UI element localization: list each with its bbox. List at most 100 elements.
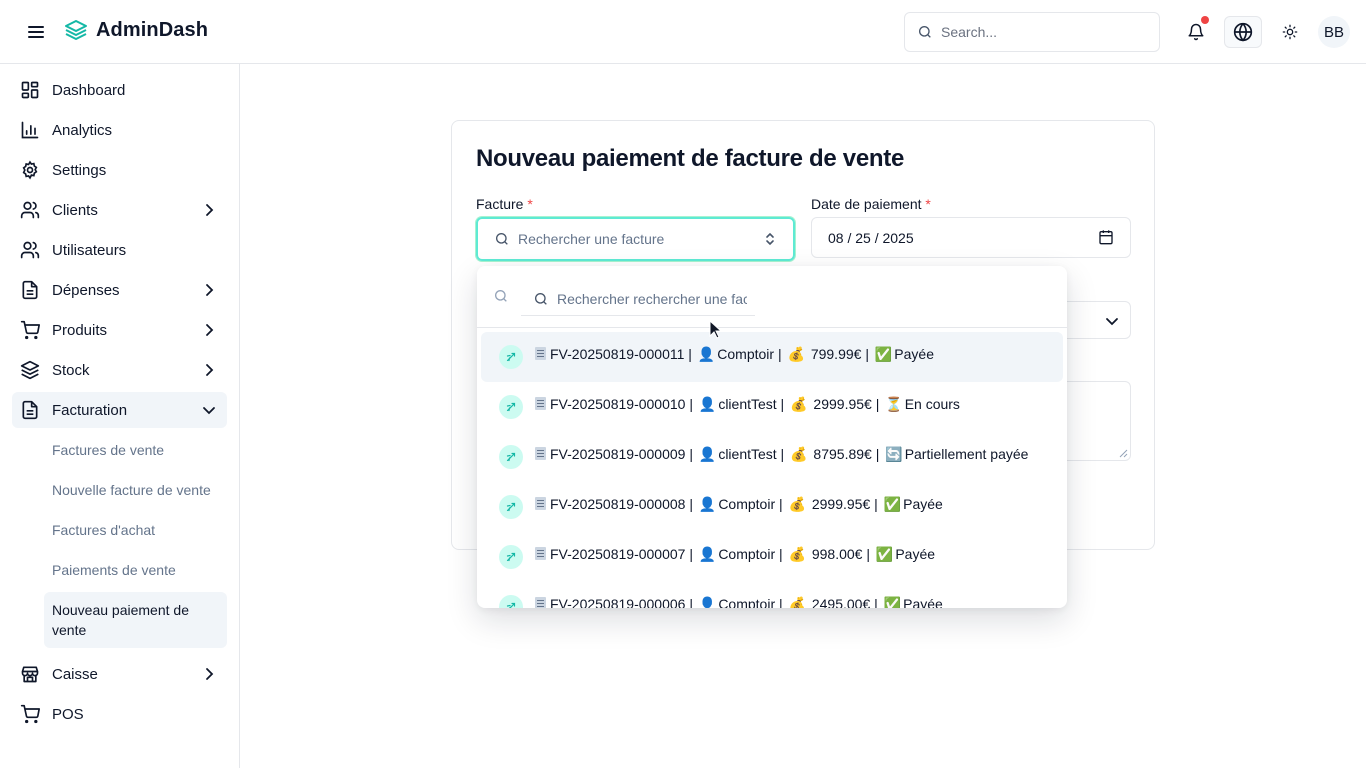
facture-combobox[interactable]: Rechercher une facture (476, 217, 795, 261)
calendar-icon[interactable] (1098, 229, 1114, 245)
mouse-cursor-icon (709, 320, 723, 339)
facture-option-text: FV-20250819-000008 | 👤 Comptoir | 💰 2999.… (535, 496, 943, 513)
sidebar-item-label: Stock (52, 361, 90, 379)
menu-toggle-button[interactable] (24, 20, 48, 44)
sidebar-item-caisse[interactable]: Caisse (12, 656, 227, 692)
sparkle-icon (499, 395, 523, 419)
search-icon (919, 26, 931, 38)
person-icon: 👤 (698, 545, 717, 562)
dropdown-search-field[interactable] (521, 282, 755, 316)
brand-logo[interactable]: AdminDash (64, 18, 208, 42)
chevron-down-icon (203, 407, 215, 415)
chevron-right-icon (206, 364, 214, 376)
chevron-right-icon (206, 204, 214, 216)
facture-option[interactable]: FV-20250819-000006 | 👤 Comptoir | 💰 2495.… (481, 582, 1063, 608)
cart-icon (20, 320, 40, 340)
notification-badge (1201, 16, 1209, 24)
sidebar-subitem-factures-d-achat[interactable]: Factures d'achat (44, 520, 227, 540)
facture-label: Facture * (476, 196, 533, 212)
resize-grip-icon[interactable] (1118, 448, 1128, 458)
sparkle-icon (499, 345, 523, 369)
facture-option-text: FV-20250819-000007 | 👤 Comptoir | 💰 998.0… (535, 546, 935, 563)
globe-icon (1233, 22, 1253, 42)
document-icon (535, 446, 546, 460)
date-label-text: Date de paiement (811, 196, 922, 212)
search-icon (535, 292, 547, 305)
file-text-icon (20, 400, 40, 420)
sidebar-subitem-nouveau-paiement-de-vente[interactable]: Nouveau paiement de vente (44, 592, 227, 648)
cart-icon (20, 704, 40, 724)
layers-icon (20, 360, 40, 380)
chevron-right-icon (206, 324, 214, 336)
sidebar-item-dashboard[interactable]: Dashboard (12, 72, 227, 108)
facture-option-text: FV-20250819-000010 | 👤 clientTest | 💰 299… (535, 396, 960, 413)
facture-option-text: FV-20250819-000006 | 👤 Comptoir | 💰 2495.… (535, 595, 943, 609)
sidebar-item-label: Produits (52, 321, 108, 339)
document-icon (535, 496, 546, 510)
sidebar-item-pos[interactable]: POS (12, 696, 227, 732)
facture-option[interactable]: FV-20250819-000010 | 👤 clientTest | 💰 299… (481, 382, 1063, 432)
sidebar-item-produits[interactable]: Produits (12, 312, 227, 348)
facture-option[interactable]: FV-20250819-000009 | 👤 clientTest | 💰 879… (481, 432, 1063, 482)
document-icon (535, 546, 546, 560)
global-search[interactable] (904, 12, 1160, 52)
sidebar-item-label: Utilisateurs (52, 241, 127, 259)
global-search-input[interactable] (941, 24, 1141, 40)
search-icon (496, 233, 508, 245)
payment-date-value: 08 / 25 / 2025 (828, 229, 914, 246)
dropdown-search-input[interactable] (557, 290, 747, 307)
person-icon: 👤 (698, 395, 717, 412)
money-bag-icon: 💰 (788, 545, 806, 562)
theme-toggle-button[interactable] (1272, 16, 1308, 48)
bar-chart-icon (20, 120, 40, 140)
money-bag-icon: 💰 (788, 495, 806, 512)
chevron-down-icon (1106, 318, 1118, 326)
sidebar-item-utilisateurs[interactable]: Utilisateurs (12, 232, 227, 268)
sidebar-item-clients[interactable]: Clients (12, 192, 227, 228)
gear-icon (20, 160, 40, 180)
sidebar-item-label: Caisse (52, 665, 98, 683)
date-label: Date de paiement * (811, 196, 931, 212)
sidebar-item-analytics[interactable]: Analytics (12, 112, 227, 148)
document-icon (535, 396, 546, 410)
facture-option-text: FV-20250819-000009 | 👤 clientTest | 💰 879… (535, 446, 1028, 463)
sidebar-item-settings[interactable]: Settings (12, 152, 227, 188)
sidebar-subitem-factures-de-vente[interactable]: Factures de vente (44, 440, 227, 460)
notifications-button[interactable] (1178, 16, 1214, 48)
bell-icon (1188, 23, 1204, 41)
facture-option[interactable]: FV-20250819-000008 | 👤 Comptoir | 💰 2999.… (481, 482, 1063, 532)
document-icon (535, 596, 546, 608)
sidebar-item-stock[interactable]: Stock (12, 352, 227, 388)
sidebar-subitem-nouvelle-facture-de-vente[interactable]: Nouvelle facture de vente (44, 480, 227, 500)
user-avatar[interactable]: BB (1318, 16, 1350, 48)
chevron-right-icon (206, 284, 214, 296)
facture-option[interactable]: FV-20250819-000007 | 👤 Comptoir | 💰 998.0… (481, 532, 1063, 582)
page-title: Nouveau paiement de facture de vente (476, 145, 904, 172)
language-button[interactable] (1224, 16, 1262, 48)
person-icon: 👤 (698, 445, 717, 462)
sidebar-item-label: Dashboard (52, 81, 126, 99)
search-icon (495, 290, 507, 302)
store-icon (20, 664, 40, 684)
layers-logo-icon (65, 20, 87, 40)
sidebar-item-label: Settings (52, 161, 107, 179)
file-text-icon (20, 280, 40, 300)
sidebar-subitem-paiements-de-vente[interactable]: Paiements de vente (44, 560, 227, 580)
person-icon: 👤 (698, 595, 717, 609)
facture-option[interactable]: FV-20250819-000011 | 👤 Comptoir | 💰 799.9… (481, 332, 1063, 382)
sun-icon (1282, 24, 1298, 40)
sparkle-icon (499, 495, 523, 519)
sparkle-icon (499, 545, 523, 569)
money-bag-icon: 💰 (787, 345, 805, 362)
money-bag-icon: 💰 (790, 445, 808, 462)
person-icon: 👤 (698, 495, 717, 512)
hamburger-icon (28, 26, 44, 38)
sidebar-item-facturation[interactable]: Facturation (12, 392, 227, 428)
sidebar-item-label: POS (52, 705, 84, 723)
document-icon (535, 346, 546, 360)
required-mark: * (527, 196, 533, 212)
sidebar-item-depenses[interactable]: Dépenses (12, 272, 227, 308)
top-bar: AdminDash BB (0, 0, 1366, 64)
payment-date-input[interactable]: 08 / 25 / 2025 (811, 217, 1131, 258)
dashboard-icon (20, 80, 40, 100)
